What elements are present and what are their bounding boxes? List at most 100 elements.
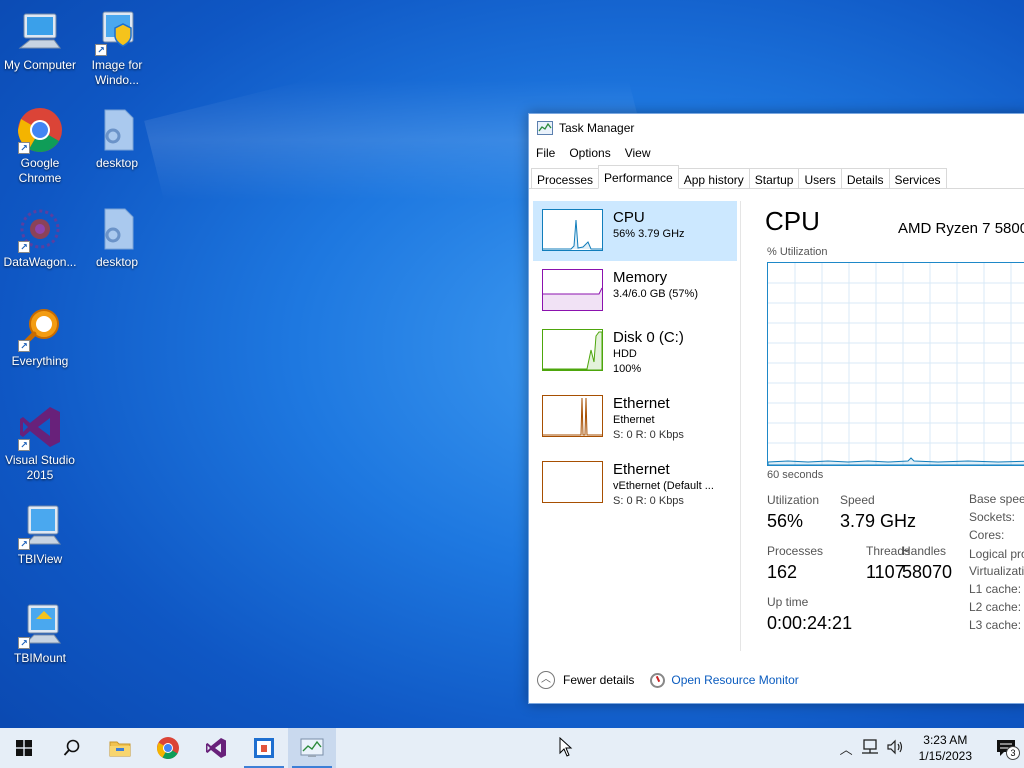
processes-label: Processes	[767, 544, 824, 558]
desktop-icon-tbiview[interactable]: ↗ TBIView	[0, 502, 80, 567]
title-bar[interactable]: Task Manager	[529, 114, 1024, 142]
shortcut-arrow-icon: ↗	[18, 340, 30, 352]
resource-name: CPU	[613, 209, 645, 226]
desktop-icon-visual-studio[interactable]: ↗ Visual Studio 2015	[0, 403, 80, 483]
chrome-icon	[157, 737, 179, 759]
resource-detail-2: S: 0 R: 0 Kbps	[613, 495, 684, 507]
resource-detail: Ethernet	[613, 414, 655, 426]
desktop-icon-everything[interactable]: ↗ Everything	[0, 304, 80, 369]
desktop-icon-my-computer[interactable]: My Computer	[0, 8, 80, 73]
resource-item-cpu[interactable]: CPU 56% 3.79 GHz	[533, 201, 737, 261]
desktop-icon-tbimount[interactable]: ↗ TBIMount	[0, 601, 80, 666]
shortcut-arrow-icon: ↗	[18, 142, 30, 154]
resource-item-disk[interactable]: Disk 0 (C:) HDD 100%	[533, 321, 737, 381]
desktop-icon-desktop-2[interactable]: desktop	[77, 205, 157, 270]
desktop-icon-image-for-windows[interactable]: ↗ Image for Windo...	[77, 8, 157, 88]
desktop-icon-google-chrome[interactable]: ↗ Google Chrome	[0, 106, 80, 186]
config-file-icon	[93, 205, 141, 253]
resource-detail: vEthernet (Default ...	[613, 480, 714, 492]
system-tray: ︿ 3:23 AM 1/15/2023 3	[836, 728, 1024, 768]
menu-file[interactable]: File	[529, 146, 562, 160]
tab-performance[interactable]: Performance	[598, 165, 679, 189]
mouse-cursor-icon	[559, 737, 573, 757]
window-footer: ︿ Fewer details Open Resource Monitor	[529, 666, 1024, 694]
menu-bar: File Options View	[529, 142, 1024, 164]
taskbar-clock[interactable]: 3:23 AM 1/15/2023	[919, 732, 972, 764]
taskbar: ︿ 3:23 AM 1/15/2023 3	[0, 728, 1024, 768]
menu-view[interactable]: View	[618, 146, 658, 160]
resource-name: Ethernet	[613, 461, 670, 478]
utilization-axis-label: % Utilization	[767, 246, 828, 258]
ethernet-thumbnail-graph	[542, 461, 603, 503]
ethernet-thumbnail-graph	[542, 395, 603, 437]
uptime-label: Up time	[767, 595, 809, 609]
clock-time: 3:23 AM	[923, 733, 968, 747]
search-button[interactable]	[48, 728, 96, 768]
taskbar-task-manager[interactable]	[288, 728, 336, 768]
resource-name: Disk 0 (C:)	[613, 329, 684, 346]
tab-users[interactable]: Users	[798, 168, 842, 188]
shortcut-arrow-icon: ↗	[95, 44, 107, 56]
utilization-label: Utilization	[767, 493, 820, 507]
tab-details[interactable]: Details	[840, 168, 890, 188]
panel-divider	[740, 201, 741, 651]
resource-list: CPU 56% 3.79 GHz Memory 3.4/6.0 GB (57%)…	[533, 201, 737, 651]
app-window-icon	[254, 738, 274, 758]
resource-item-ethernet-1[interactable]: Ethernet Ethernet S: 0 R: 0 Kbps	[533, 387, 737, 447]
desktop-icon-desktop-1[interactable]: desktop	[77, 106, 157, 171]
shortcut-arrow-icon: ↗	[18, 538, 30, 550]
tab-services[interactable]: Services	[888, 168, 947, 188]
tab-processes[interactable]: Processes	[531, 168, 600, 188]
disk-thumbnail-graph	[542, 329, 603, 371]
taskbar-file-explorer[interactable]	[96, 728, 144, 768]
handles-label: Handles	[902, 544, 947, 558]
task-manager-icon	[300, 738, 324, 757]
folder-icon	[109, 741, 131, 757]
search-icon	[63, 739, 80, 756]
base-speed-label: Base speed	[969, 492, 1024, 506]
handles-value: 58070	[902, 562, 953, 582]
cpu-thumbnail-graph	[542, 209, 603, 251]
windows-logo-icon	[16, 740, 32, 756]
chevron-up-icon: ︿	[537, 671, 555, 689]
visual-studio-icon: ↗	[16, 403, 64, 451]
fewer-details-button[interactable]: ︿ Fewer details	[537, 671, 634, 689]
chevron-up-icon[interactable]: ︿	[840, 739, 853, 758]
datawagon-icon: ↗	[16, 205, 64, 253]
tab-strip: Processes Performance App history Startu…	[529, 164, 1024, 189]
resource-item-memory[interactable]: Memory 3.4/6.0 GB (57%)	[533, 261, 737, 321]
tab-app-history[interactable]: App history	[677, 168, 750, 188]
l3-cache-label: L3 cache:	[969, 618, 1022, 632]
resource-item-ethernet-2[interactable]: Ethernet vEthernet (Default ... S: 0 R: …	[533, 453, 737, 513]
resource-detail: 3.4/6.0 GB (57%)	[613, 288, 698, 300]
network-icon[interactable]	[861, 738, 879, 758]
open-resource-monitor-link[interactable]: Open Resource Monitor	[650, 672, 799, 688]
tbiview-icon: ↗	[16, 502, 64, 550]
time-axis-label: 60 seconds	[767, 469, 824, 481]
start-button[interactable]	[0, 728, 48, 768]
memory-thumbnail-graph	[542, 269, 603, 311]
menu-options[interactable]: Options	[562, 146, 617, 160]
task-manager-icon	[537, 121, 553, 135]
taskbar-app-1[interactable]	[240, 728, 288, 768]
utilization-value: 56%	[767, 511, 804, 531]
shortcut-arrow-icon: ↗	[18, 241, 30, 253]
tab-startup[interactable]: Startup	[748, 168, 800, 188]
tbimount-icon: ↗	[16, 601, 64, 649]
computer-icon	[16, 8, 64, 56]
shortcut-arrow-icon: ↗	[18, 439, 30, 451]
speed-value: 3.79 GHz	[840, 511, 917, 531]
action-center-button[interactable]: 3	[988, 728, 1024, 768]
chrome-icon: ↗	[16, 106, 64, 154]
notification-count-badge: 3	[1006, 746, 1020, 760]
l1-cache-label: L1 cache:	[969, 582, 1022, 596]
task-manager-window[interactable]: Task Manager File Options View Processes…	[528, 113, 1024, 704]
desktop-icon-datawagon[interactable]: ↗ DataWagon...	[0, 205, 80, 270]
resource-detail: HDD	[613, 348, 637, 360]
resource-name: Ethernet	[613, 395, 670, 412]
taskbar-visual-studio[interactable]	[192, 728, 240, 768]
taskbar-chrome[interactable]	[144, 728, 192, 768]
resource-detail-2: S: 0 R: 0 Kbps	[613, 429, 684, 441]
volume-icon[interactable]	[887, 739, 905, 758]
cpu-utilization-graph	[767, 262, 1024, 466]
